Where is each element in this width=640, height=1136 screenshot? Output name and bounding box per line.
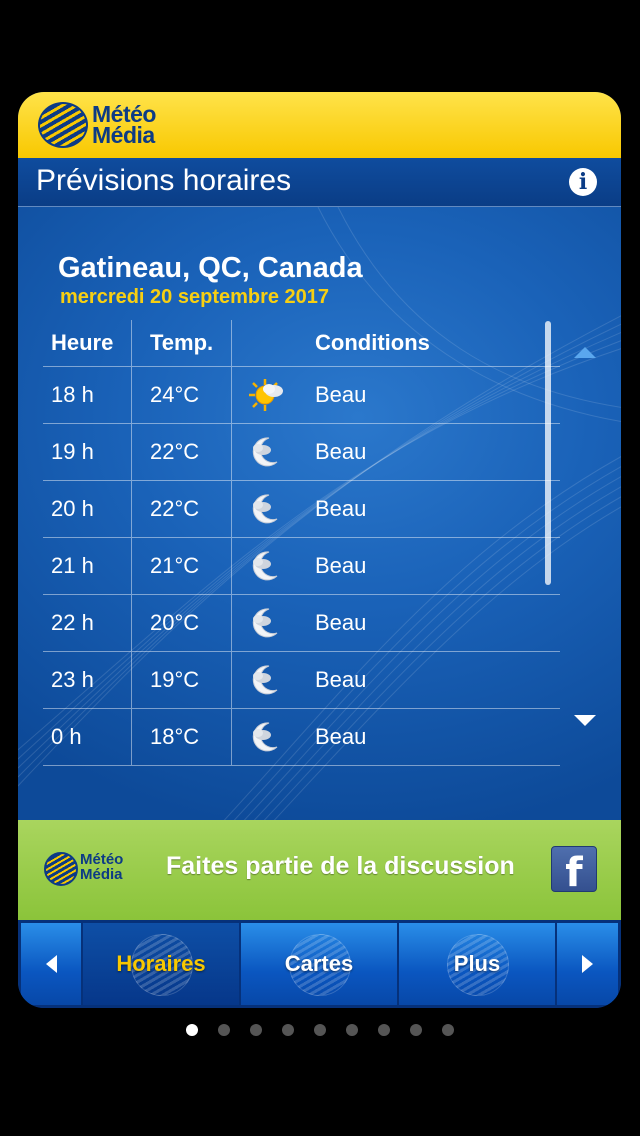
location-city: Gatineau, QC, Canada — [58, 252, 363, 284]
row-condition: Beau — [315, 553, 367, 578]
nav-tab-label: Horaires — [116, 951, 206, 976]
row-hour: 20 h — [51, 496, 94, 521]
page-dot[interactable] — [282, 1024, 294, 1036]
row-hour: 23 h — [51, 667, 94, 692]
row-temp: 20°C — [131, 595, 231, 651]
row-icon-cell — [231, 538, 302, 594]
table-row: 0 h 18°C Beau — [43, 709, 560, 766]
weather-widget: Météo Média Prévisions horaires i Gatine… — [18, 92, 621, 1008]
row-icon-cell — [231, 652, 302, 708]
moon-cloud-icon — [252, 494, 278, 524]
logo-bar: Météo Média — [18, 92, 621, 159]
table-row: 22 h 20°C Beau — [43, 595, 560, 652]
nav-tab-plus[interactable]: Plus — [399, 923, 555, 1005]
header-icon-spacer — [231, 320, 302, 366]
banner-logo-line-1: Météo — [80, 851, 124, 868]
row-temp: 22°C — [131, 424, 231, 480]
table-row: 23 h 19°C Beau — [43, 652, 560, 709]
nav-tab-horaires[interactable]: Horaires — [83, 923, 239, 1005]
row-condition: Beau — [315, 382, 367, 407]
table-header-row: Heure Temp. Conditions — [43, 320, 560, 367]
scroll-up-arrow-icon[interactable] — [574, 347, 596, 358]
info-icon[interactable]: i — [569, 168, 597, 196]
facebook-banner[interactable]: Météo Média Faites partie de la discussi… — [18, 820, 621, 920]
page-dot[interactable] — [442, 1024, 454, 1036]
row-icon-cell — [231, 709, 302, 765]
bottom-nav: Horaires Cartes Plus — [18, 920, 621, 1008]
row-condition: Beau — [315, 439, 367, 464]
banner-logo-line-2: Média — [80, 866, 123, 883]
row-temp: 22°C — [131, 481, 231, 537]
row-icon-cell — [231, 481, 302, 537]
moon-cloud-icon — [252, 551, 278, 581]
row-hour: 19 h — [51, 439, 94, 464]
page-dot[interactable] — [186, 1024, 198, 1036]
scroll-down-arrow-icon[interactable] — [574, 715, 596, 726]
row-condition: Beau — [315, 496, 367, 521]
title-bar: Prévisions horaires i — [18, 158, 621, 207]
banner-logo-globe-icon — [44, 852, 78, 886]
banner-logo: Météo Média — [80, 852, 123, 882]
row-temp: 24°C — [131, 367, 231, 423]
row-condition: Beau — [315, 667, 367, 692]
nav-tab-label: Plus — [453, 951, 501, 976]
page-dot[interactable] — [378, 1024, 390, 1036]
facebook-icon[interactable]: f — [551, 846, 597, 896]
row-temp: 19°C — [131, 652, 231, 708]
nav-next-button[interactable] — [557, 923, 618, 1005]
meteomedia-logo[interactable]: Météo Média — [92, 103, 156, 148]
header-temp: Temp. — [131, 320, 231, 366]
meteomedia-logo-globe-icon — [38, 102, 88, 148]
moon-cloud-icon — [252, 437, 278, 467]
nav-tab-label: Cartes — [284, 951, 354, 976]
row-condition: Beau — [315, 724, 367, 749]
header-hour: Heure — [51, 330, 114, 355]
hourly-table[interactable]: Heure Temp. Conditions 18 h 24°C Beau 19… — [43, 320, 560, 766]
page-dot[interactable] — [346, 1024, 358, 1036]
moon-cloud-icon — [252, 722, 278, 752]
nav-tab-cartes[interactable]: Cartes — [241, 923, 397, 1005]
table-row: 21 h 21°C Beau — [43, 538, 560, 595]
row-condition: Beau — [315, 610, 367, 635]
nav-prev-button[interactable] — [21, 923, 81, 1005]
row-icon-cell — [231, 595, 302, 651]
row-temp: 18°C — [131, 709, 231, 765]
table-row: 18 h 24°C Beau — [43, 367, 560, 424]
row-hour: 0 h — [51, 724, 82, 749]
row-icon-cell — [231, 367, 302, 423]
moon-cloud-icon — [252, 665, 278, 695]
moon-cloud-icon — [252, 608, 278, 638]
row-hour: 22 h — [51, 610, 94, 635]
row-temp: 21°C — [131, 538, 231, 594]
logo-line-2: Média — [92, 122, 155, 148]
forecast-panel: Gatineau, QC, Canada mercredi 20 septemb… — [18, 207, 621, 820]
chevron-left-icon — [45, 955, 57, 973]
page-dot[interactable] — [250, 1024, 262, 1036]
row-icon-cell — [231, 424, 302, 480]
table-row: 20 h 22°C Beau — [43, 481, 560, 538]
row-hour: 18 h — [51, 382, 94, 407]
banner-text: Faites partie de la discussion — [166, 852, 515, 880]
forecast-date: mercredi 20 septembre 2017 — [60, 286, 330, 308]
row-hour: 21 h — [51, 553, 94, 578]
page-dot[interactable] — [314, 1024, 326, 1036]
header-conditions: Conditions — [315, 330, 430, 355]
sun-cloud-icon — [249, 379, 283, 411]
page-dot[interactable] — [410, 1024, 422, 1036]
page-indicator[interactable] — [180, 1024, 460, 1036]
table-row: 19 h 22°C Beau — [43, 424, 560, 481]
chevron-right-icon — [582, 955, 593, 973]
page-dot[interactable] — [218, 1024, 230, 1036]
table-scrollbar[interactable] — [545, 321, 551, 585]
page-title: Prévisions horaires — [36, 164, 292, 197]
